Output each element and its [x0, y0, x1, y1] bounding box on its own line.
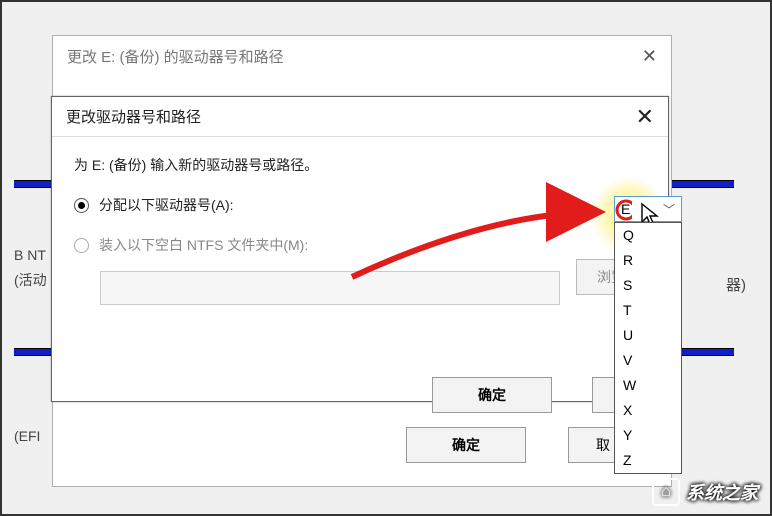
- parent-dialog-title: 更改 E: (备份) 的驱动器号和路径: [67, 46, 284, 67]
- drive-letter-option[interactable]: Z: [615, 448, 681, 473]
- drive-letter-option[interactable]: W: [615, 373, 681, 398]
- drive-letter-option[interactable]: Q: [615, 223, 681, 248]
- dialog-title: 更改驱动器号和路径: [66, 106, 201, 127]
- dialog-titlebar: 更改驱动器号和路径 ✕: [52, 97, 668, 137]
- drive-letter-option[interactable]: R: [615, 248, 681, 273]
- parent-ok-button[interactable]: 确定: [406, 427, 526, 463]
- bg-fragment-right: 器): [726, 274, 746, 295]
- mount-folder-radio[interactable]: [74, 238, 89, 253]
- drive-letter-option[interactable]: V: [615, 348, 681, 373]
- assign-letter-radio[interactable]: [74, 198, 89, 213]
- drive-letter-dropdown[interactable]: E ﹀: [614, 196, 682, 222]
- mount-folder-label: 装入以下空白 NTFS 文件夹中(M):: [99, 235, 308, 255]
- bg-label-1: B NT: [14, 245, 46, 266]
- mount-folder-option[interactable]: 装入以下空白 NTFS 文件夹中(M):: [74, 235, 646, 255]
- drive-letter-option[interactable]: Y: [615, 423, 681, 448]
- watermark: ⌂ 系统之家: [652, 478, 758, 506]
- drive-letter-selected: E: [621, 201, 630, 217]
- drive-letter-options-list[interactable]: QRSTUVWXYZ: [614, 222, 682, 474]
- chevron-down-icon: ﹀: [663, 201, 675, 218]
- parent-cancel-label: 取: [596, 435, 610, 455]
- bg-label-2: (活动: [14, 270, 47, 291]
- bg-label-3: (EFI: [14, 426, 40, 447]
- assign-letter-option[interactable]: 分配以下驱动器号(A):: [74, 195, 646, 215]
- drive-letter-option[interactable]: S: [615, 273, 681, 298]
- change-drive-letter-dialog: 更改驱动器号和路径 ✕ 为 E: (备份) 输入新的驱动器号或路径。 分配以下驱…: [51, 96, 669, 402]
- dialog-prompt: 为 E: (备份) 输入新的驱动器号或路径。: [74, 155, 646, 175]
- assign-letter-label: 分配以下驱动器号(A):: [99, 195, 234, 215]
- dialog-close-icon[interactable]: ✕: [636, 104, 654, 130]
- parent-dialog-close-icon[interactable]: ✕: [642, 46, 657, 67]
- parent-dialog-titlebar: 更改 E: (备份) 的驱动器号和路径 ✕: [53, 36, 671, 76]
- parent-ok-label: 确定: [452, 435, 480, 455]
- drive-letter-option[interactable]: T: [615, 298, 681, 323]
- mount-path-input[interactable]: [100, 271, 560, 305]
- watermark-icon: ⌂: [652, 478, 680, 506]
- drive-letter-option[interactable]: X: [615, 398, 681, 423]
- ok-label: 确定: [478, 385, 506, 405]
- drive-letter-option[interactable]: U: [615, 323, 681, 348]
- watermark-text: 系统之家: [686, 479, 758, 505]
- ok-button[interactable]: 确定: [432, 377, 552, 413]
